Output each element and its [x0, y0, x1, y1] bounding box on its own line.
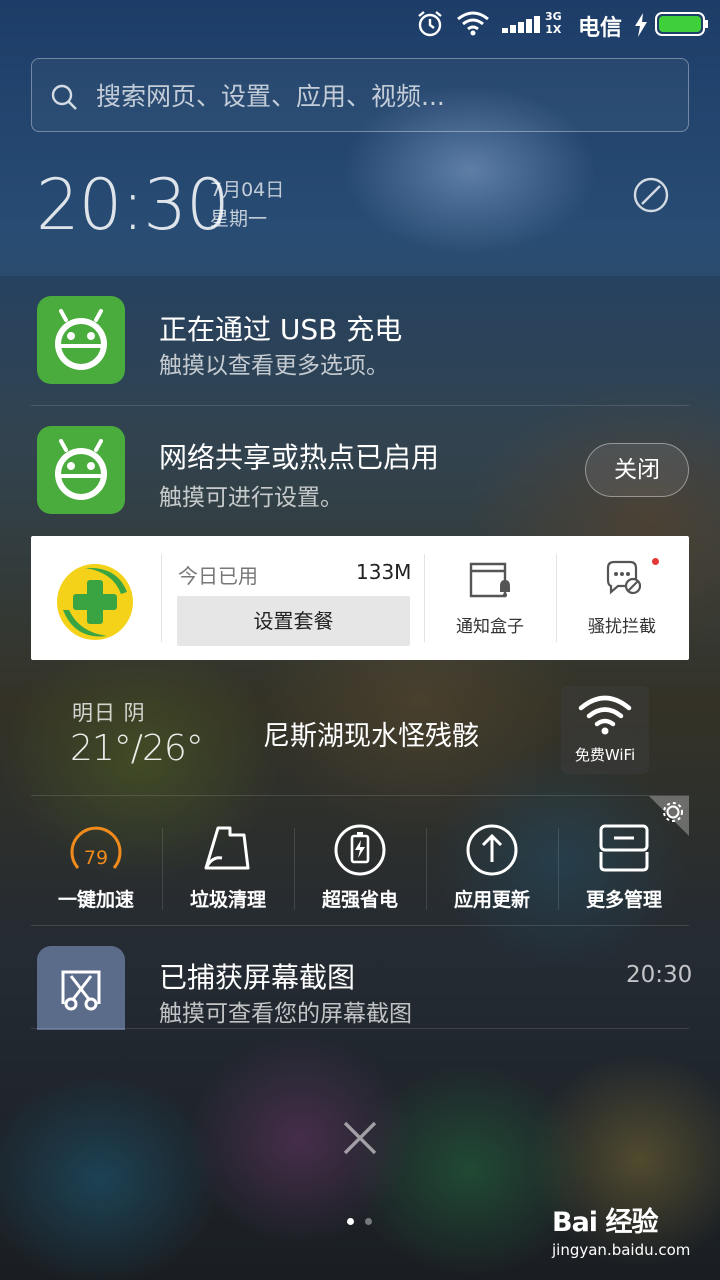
date-text: 7月04日: [210, 179, 285, 201]
notification-app-icon: [37, 296, 125, 384]
harassment-block-icon: [606, 560, 642, 595]
battery-save-label: 超强省电: [321, 889, 398, 911]
alarm-icon: [418, 11, 442, 37]
data-used-value: 133M: [356, 560, 412, 584]
weather-forecast-label: 明日 阴: [72, 701, 146, 725]
screenshot-notification[interactable]: 已捕获屏幕截图 触摸可查看您的屏幕截图: [31, 946, 689, 1030]
weekday-text: 星期一: [210, 208, 268, 230]
app-update-label: 应用更新: [453, 889, 530, 911]
free-wifi-label: 免费WiFi: [574, 746, 636, 764]
divider: [31, 405, 689, 406]
search-input[interactable]: [96, 77, 676, 115]
do-not-disturb-icon[interactable]: [632, 176, 670, 214]
speed-score-value: 79: [83, 847, 109, 869]
set-plan-button[interactable]: 设置套餐: [177, 596, 410, 646]
more-manage-icon: [599, 824, 649, 872]
clock-time[interactable]: 20:30: [36, 164, 230, 246]
android-icon: [55, 309, 107, 370]
trash-clean-icon: [204, 826, 250, 870]
speed-up-label: 一键加速: [57, 889, 134, 911]
notification-subtitle: 触摸可进行设置。: [159, 485, 343, 511]
clear-all-icon[interactable]: [338, 1116, 382, 1160]
usb-charging-notification[interactable]: 正在通过 USB 充电 触摸以查看更多选项。: [31, 296, 689, 386]
network-type-bottom: 1X: [545, 23, 562, 36]
harassment-block-button[interactable]: 骚扰拦截: [557, 556, 687, 637]
notification-box-icon: [469, 562, 510, 598]
card-divider: [161, 554, 162, 642]
notification-box-label: 通知盒子: [456, 617, 524, 637]
screenshot-app-icon: [37, 946, 125, 1030]
divider: [31, 795, 689, 796]
status-bar: 3G 1X 电信: [0, 0, 720, 48]
network-type: 3G 1X: [545, 10, 562, 36]
news-headline[interactable]: 尼斯湖现水怪残骸: [263, 714, 479, 753]
divider: [31, 925, 689, 926]
wifi-icon: [457, 11, 489, 36]
security-card: 今日已用 133M 设置套餐 通知盒子 骚扰拦截: [31, 536, 689, 660]
notification-subtitle: 触摸以查看更多选项。: [159, 353, 389, 379]
page-indicator: [365, 1218, 372, 1225]
trash-clean-label: 垃圾清理: [189, 889, 266, 911]
free-wifi-button[interactable]: 免费WiFi: [561, 686, 649, 774]
battery-icon: [655, 12, 708, 36]
signal-icon: [502, 16, 540, 33]
notification-time: 20:30: [626, 962, 693, 988]
hotspot-close-button[interactable]: 关闭: [585, 443, 689, 497]
security-app-logo-icon[interactable]: [55, 562, 135, 642]
more-manage-label: 更多管理: [585, 889, 662, 911]
harassment-block-label: 骚扰拦截: [588, 617, 656, 637]
gear-icon: [649, 796, 689, 836]
charging-icon: [635, 13, 647, 37]
network-type-top: 3G: [545, 10, 562, 23]
clock-date[interactable]: 7月04日 星期一: [210, 176, 284, 234]
scissors-icon: [61, 970, 101, 1011]
carrier-name: 电信: [578, 16, 623, 41]
unread-dot: [652, 558, 659, 565]
search-bar[interactable]: [31, 58, 689, 132]
watermark-url: jingyan.baidu.com: [552, 1241, 691, 1259]
battery-save-icon: [334, 824, 386, 876]
watermark-logo: Bai 经验: [552, 1207, 658, 1238]
search-icon: [51, 84, 77, 110]
notification-title: 正在通过 USB 充电: [159, 313, 403, 346]
notification-subtitle: 触摸可查看您的屏幕截图: [159, 1001, 412, 1027]
baidu-watermark: Bai 经验 jingyan.baidu.com: [552, 1200, 714, 1259]
wifi-icon: [578, 695, 632, 735]
app-update-icon: [466, 824, 518, 876]
divider: [31, 1028, 689, 1029]
notification-title: 已捕获屏幕截图: [159, 961, 356, 994]
android-icon: [55, 439, 107, 500]
tools-settings-button[interactable]: [649, 796, 689, 836]
page-indicator-active: [347, 1218, 354, 1225]
notification-title: 网络共享或热点已启用: [159, 441, 440, 474]
notification-box-button[interactable]: 通知盒子: [425, 556, 555, 637]
weather-temperature: 21°/26°: [70, 728, 204, 769]
notification-app-icon: [37, 426, 125, 514]
data-used-label: 今日已用: [178, 564, 258, 588]
